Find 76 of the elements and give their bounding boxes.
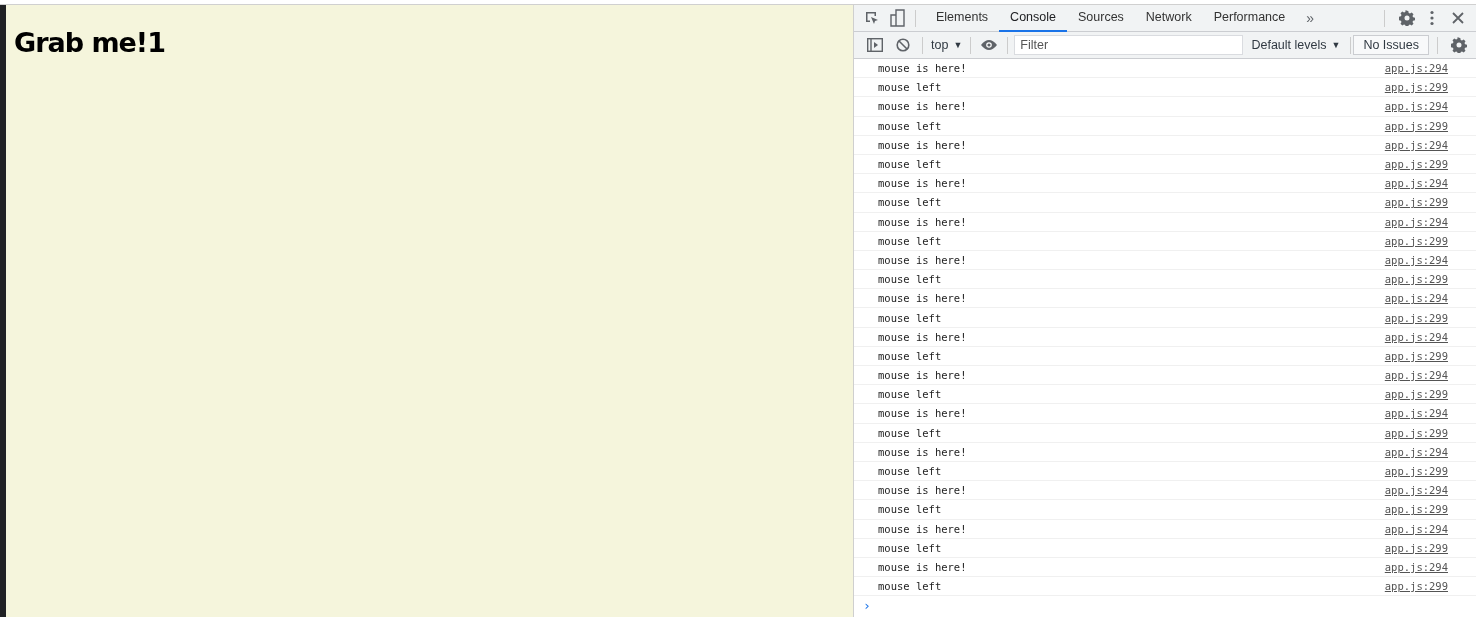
source-link[interactable]: app.js:299 bbox=[1384, 465, 1448, 478]
log-message: mouse left bbox=[878, 503, 943, 516]
filter-field[interactable]: Filter bbox=[1014, 35, 1244, 55]
close-icon[interactable] bbox=[1452, 12, 1464, 24]
panel-tab[interactable]: Network bbox=[1134, 5, 1203, 32]
clear-console-icon[interactable] bbox=[896, 38, 910, 52]
log-message: mouse left bbox=[878, 158, 943, 171]
log-message: mouse left bbox=[878, 580, 943, 593]
source-link[interactable]: app.js:299 bbox=[1384, 273, 1448, 286]
log-message: mouse is here! bbox=[878, 253, 968, 266]
source-link[interactable]: app.js:294 bbox=[1384, 62, 1448, 75]
panel-tab[interactable]: Elements bbox=[925, 5, 1000, 32]
log-levels-dropdown[interactable]: Default levels ▼ bbox=[1243, 38, 1349, 52]
log-message: mouse is here! bbox=[878, 407, 968, 420]
panel-tab[interactable]: Sources bbox=[1067, 5, 1135, 32]
source-link[interactable]: app.js:294 bbox=[1384, 100, 1448, 113]
source-link[interactable]: app.js:294 bbox=[1384, 560, 1448, 573]
log-message: mouse left bbox=[878, 234, 943, 247]
log-message: mouse left bbox=[878, 311, 943, 324]
log-message: mouse left bbox=[878, 388, 943, 401]
source-link[interactable]: app.js:299 bbox=[1384, 119, 1448, 132]
log-message: mouse left bbox=[878, 273, 943, 286]
source-link[interactable]: app.js:299 bbox=[1384, 81, 1448, 94]
source-link[interactable]: app.js:299 bbox=[1384, 349, 1448, 362]
log-message: mouse is here! bbox=[878, 215, 968, 228]
log-message: mouse is here! bbox=[878, 330, 968, 343]
source-link[interactable]: app.js:294 bbox=[1384, 215, 1448, 228]
source-link[interactable]: app.js:299 bbox=[1384, 541, 1448, 554]
log-message: mouse left bbox=[878, 196, 943, 209]
source-link[interactable]: app.js:299 bbox=[1384, 388, 1448, 401]
source-link[interactable]: app.js:294 bbox=[1384, 522, 1448, 535]
source-link[interactable]: app.js:294 bbox=[1384, 445, 1448, 458]
log-message: mouse is here! bbox=[878, 369, 968, 382]
source-link[interactable]: app.js:294 bbox=[1384, 177, 1448, 190]
log-message: mouse is here! bbox=[878, 445, 968, 458]
settings-icon[interactable] bbox=[1451, 37, 1467, 53]
source-link[interactable]: app.js:299 bbox=[1384, 580, 1448, 593]
log-message: mouse is here! bbox=[878, 484, 968, 497]
device-toolbar-icon[interactable] bbox=[890, 9, 906, 27]
log-message: mouse is here! bbox=[878, 560, 968, 573]
log-message: mouse is here! bbox=[878, 522, 968, 535]
settings-icon[interactable] bbox=[1399, 10, 1415, 26]
log-message: mouse left bbox=[878, 349, 943, 362]
log-message: mouse is here! bbox=[878, 292, 968, 305]
source-link[interactable]: app.js:294 bbox=[1384, 330, 1448, 343]
source-link[interactable]: app.js:299 bbox=[1384, 234, 1448, 247]
issues-button[interactable]: No Issues bbox=[1353, 35, 1429, 55]
panel-tab[interactable]: Performance bbox=[1202, 5, 1297, 32]
source-link[interactable]: app.js:299 bbox=[1384, 426, 1448, 439]
source-link[interactable]: app.js:299 bbox=[1384, 311, 1448, 324]
inspect-element-icon[interactable] bbox=[864, 10, 880, 26]
source-link[interactable]: app.js:294 bbox=[1384, 138, 1448, 151]
source-link[interactable]: app.js:294 bbox=[1384, 407, 1448, 420]
log-message: mouse is here! bbox=[878, 100, 968, 113]
log-message: mouse left bbox=[878, 119, 943, 132]
source-link[interactable]: app.js:294 bbox=[1384, 292, 1448, 305]
console-prompt[interactable]: › bbox=[863, 597, 871, 613]
source-link[interactable]: app.js:299 bbox=[1384, 196, 1448, 209]
log-message: mouse is here! bbox=[878, 62, 968, 75]
source-link[interactable]: app.js:294 bbox=[1384, 253, 1448, 266]
log-message: mouse left bbox=[878, 465, 943, 478]
sidebar-toggle-icon[interactable] bbox=[867, 38, 883, 52]
eye-icon[interactable] bbox=[980, 39, 999, 51]
more-options-icon[interactable] bbox=[1430, 10, 1434, 26]
log-message: mouse left bbox=[878, 426, 943, 439]
context-dropdown[interactable]: top ▼ bbox=[927, 38, 967, 52]
source-link[interactable]: app.js:299 bbox=[1384, 503, 1448, 516]
source-link[interactable]: app.js:299 bbox=[1384, 158, 1448, 171]
log-message: mouse left bbox=[878, 541, 943, 554]
page-heading: Grab me!1 bbox=[14, 27, 166, 58]
source-link[interactable]: app.js:294 bbox=[1384, 484, 1448, 497]
log-message: mouse is here! bbox=[878, 177, 968, 190]
log-message: mouse is here! bbox=[878, 138, 968, 151]
more-tabs-button[interactable]: » bbox=[1296, 10, 1325, 26]
source-link[interactable]: app.js:294 bbox=[1384, 369, 1448, 382]
log-message: mouse left bbox=[878, 81, 943, 94]
